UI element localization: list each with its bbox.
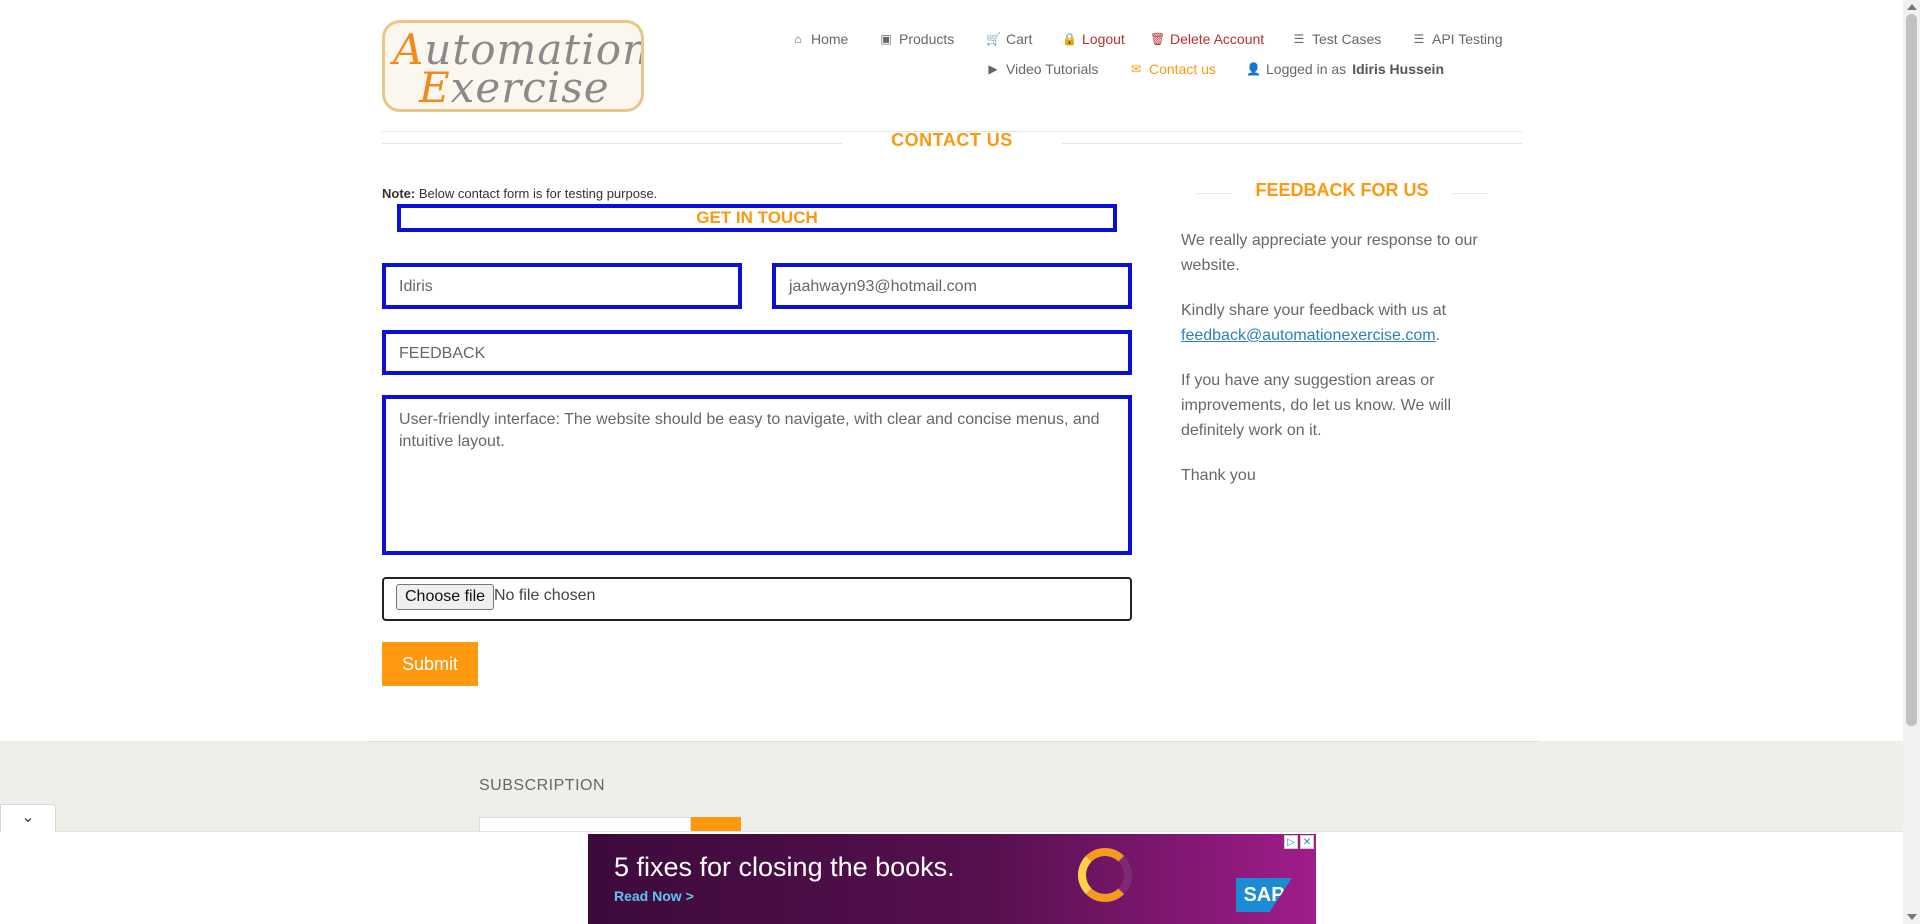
products-icon: ▣ [880, 32, 892, 46]
file-status-text: No file chosen [494, 587, 596, 604]
submit-button[interactable]: Submit [382, 642, 478, 686]
cart-icon: 🛒 [986, 32, 1001, 46]
email-field[interactable]: jaahwayn93@hotmail.com [772, 263, 1132, 309]
name-field-value: Idiris [399, 278, 433, 295]
title-rule-right [1062, 143, 1522, 144]
subject-field-value: FEEDBACK [399, 345, 486, 362]
advertisement-banner[interactable]: 5 fixes for closing the books. Read Now … [588, 834, 1316, 924]
title-rule-left [382, 143, 842, 144]
nav-logout[interactable]: 🔒 Logout [1062, 31, 1125, 47]
logo-cap-e: E [419, 63, 451, 112]
vertical-scrollbar[interactable] [1903, 0, 1920, 924]
choose-file-button[interactable]: Choose file [396, 584, 495, 610]
subscription-title: SUBSCRIPTION [479, 777, 606, 794]
form-note: Note: Below contact form is for testing … [382, 186, 658, 201]
nav-logged-in[interactable]: 👤 Logged in as Idiris Hussein [1246, 61, 1444, 77]
feedback-email-link[interactable]: feedback@automationexercise.com [1181, 327, 1436, 344]
message-textarea-value: User-friendly interface: The website sho… [399, 411, 1100, 450]
adchoices-icon[interactable]: ▷ [1284, 835, 1298, 849]
feedback-paragraph-4: Thank you [1181, 467, 1256, 484]
feedback-paragraph-2: Kindly share your feedback with us at fe… [1181, 302, 1447, 344]
logo-word-exercise: xercise [450, 63, 610, 112]
list-icon: ☰ [1413, 32, 1425, 46]
page-title: CONTACT US [891, 130, 1013, 150]
ad-controls: ▷ ✕ [1284, 835, 1314, 849]
nav-test-cases[interactable]: ☰ Test Cases [1292, 31, 1382, 47]
nav-cart[interactable]: 🛒 Cart [986, 31, 1032, 47]
close-icon[interactable]: ✕ [1300, 835, 1314, 849]
nav-home[interactable]: ⌂ Home [791, 31, 848, 47]
feedback-rule-left [1196, 193, 1232, 194]
youtube-icon: ▶ [988, 62, 998, 76]
trash-icon: 🗑 [1150, 32, 1166, 46]
subject-field[interactable]: FEEDBACK [382, 330, 1132, 375]
site-logo[interactable]: Automation Exercise [382, 20, 644, 112]
nav-products[interactable]: ▣ Products [879, 31, 954, 47]
scroll-down-arrow-icon[interactable] [1907, 914, 1917, 920]
user-icon: 👤 [1246, 62, 1261, 76]
page: Automation Exercise ⌂ Home ▣ Products 🛒 … [0, 0, 1903, 924]
chevron-down-icon: ⌄ [21, 809, 35, 826]
nav-video-tutorials[interactable]: ▶ Video Tutorials [986, 61, 1098, 77]
feedback-rule-right [1452, 193, 1488, 194]
footer-divider [368, 741, 1538, 742]
list-icon: ☰ [1293, 32, 1305, 46]
ad-headline: 5 fixes for closing the books. [614, 852, 955, 882]
home-icon: ⌂ [794, 32, 802, 46]
nav-contact-us[interactable]: ✉ Contact us [1129, 61, 1216, 77]
get-in-touch-heading: GET IN TOUCH [397, 204, 1117, 232]
envelope-icon: ✉ [1130, 62, 1142, 76]
lock-icon: 🔒 [1062, 32, 1077, 46]
ad-collapse-button[interactable]: ⌄ [0, 804, 56, 832]
feedback-title: FEEDBACK FOR US [1255, 180, 1429, 200]
ad-read-now-link[interactable]: Read Now > [614, 888, 694, 904]
scroll-thumb[interactable] [1906, 14, 1917, 726]
logged-in-username: Idiris Hussein [1352, 61, 1444, 77]
nav-delete-account[interactable]: 🗑 Delete Account [1150, 31, 1264, 47]
email-field-value: jaahwayn93@hotmail.com [789, 278, 977, 295]
file-upload-field[interactable]: Choose file No file chosen [382, 577, 1132, 621]
name-field[interactable]: Idiris [382, 263, 742, 309]
ad-brand-logo: SAP [1236, 878, 1292, 912]
feedback-paragraph-3: If you have any suggestion areas or impr… [1181, 372, 1452, 439]
scroll-up-arrow-icon[interactable] [1907, 4, 1917, 10]
ad-refresh-graphic [1078, 848, 1132, 902]
message-textarea[interactable]: User-friendly interface: The website sho… [382, 395, 1132, 555]
feedback-paragraph-1: We really appreciate your response to ou… [1181, 232, 1478, 274]
nav-api-testing[interactable]: ☰ API Testing [1412, 31, 1503, 47]
